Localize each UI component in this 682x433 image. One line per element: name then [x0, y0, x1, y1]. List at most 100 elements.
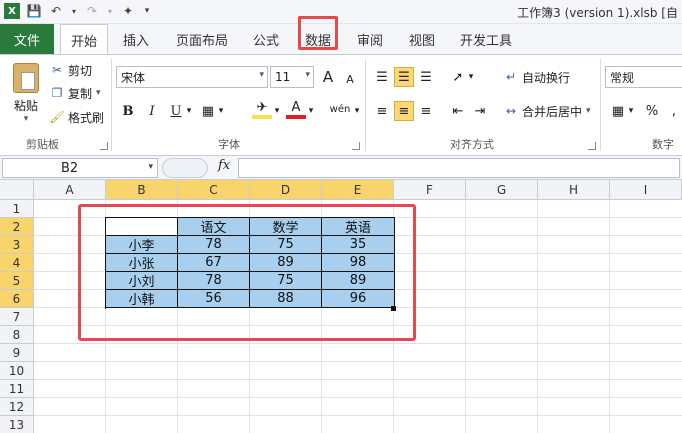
accounting-dropdown-icon[interactable]: ▾ — [626, 101, 636, 121]
align-top-icon[interactable]: ☰ — [372, 67, 392, 87]
borders-icon[interactable]: ▦ — [198, 101, 218, 121]
copy-dropdown-icon[interactable]: ▾ — [96, 88, 101, 98]
number-format-select[interactable]: 常规 — [605, 66, 682, 88]
undo-icon[interactable]: ↶ — [48, 3, 64, 19]
row-header-12[interactable]: 12 — [0, 398, 34, 416]
row-header-9[interactable]: 9 — [0, 344, 34, 362]
paste-button[interactable]: 粘贴 ▾ — [8, 61, 44, 131]
font-name-select[interactable]: 宋体 ▾ — [116, 66, 268, 88]
font-color-dropdown-icon[interactable]: ▾ — [306, 101, 316, 121]
tab-data-label: 数据 — [304, 33, 331, 49]
merge-dropdown-icon[interactable]: ▾ — [586, 106, 591, 116]
tab-data[interactable]: 数据 — [298, 16, 338, 54]
tab-developer[interactable]: 开发工具 — [456, 24, 516, 54]
row-header-1[interactable]: 1 — [0, 200, 34, 218]
bold-button[interactable]: B — [118, 101, 138, 121]
alignment-group-label: 对齐方式 — [450, 138, 494, 151]
name-box-dropdown-icon[interactable]: ▾ — [148, 162, 153, 172]
cut-button[interactable]: ✂ 剪切 — [50, 60, 92, 80]
column-header-d[interactable]: D — [250, 180, 322, 200]
alignment-launcher-icon[interactable] — [588, 142, 596, 150]
wrap-text-button[interactable]: ↵ 自动换行 — [504, 67, 570, 87]
column-header-b[interactable]: B — [106, 180, 178, 200]
align-right-icon[interactable]: ≡ — [416, 101, 436, 121]
align-middle-icon[interactable]: ☰ — [394, 67, 414, 87]
tools-icon[interactable]: ✦ — [120, 3, 136, 19]
column-header-f[interactable]: F — [394, 180, 466, 200]
row-header-6[interactable]: 6 — [0, 290, 34, 308]
font-launcher-icon[interactable] — [352, 142, 360, 150]
redo-icon[interactable]: ↷ — [84, 3, 100, 19]
row-header-8[interactable]: 8 — [0, 326, 34, 344]
column-header-g[interactable]: G — [466, 180, 538, 200]
format-painter-button[interactable]: 🖌 格式刷 — [49, 107, 105, 127]
fill-color-icon[interactable]: ✈ — [252, 99, 272, 119]
row-header-3[interactable]: 3 — [0, 236, 34, 254]
format-painter-label: 格式刷 — [68, 110, 105, 125]
orientation-dropdown-icon[interactable]: ▾ — [466, 67, 476, 87]
formula-bar-handle[interactable] — [162, 158, 208, 178]
tab-view[interactable]: 视图 — [402, 24, 442, 54]
align-left-icon[interactable]: ≡ — [372, 101, 392, 121]
redo-dropdown-icon[interactable]: ▾ — [106, 3, 114, 19]
align-bottom-icon[interactable]: ☰ — [416, 67, 436, 87]
column-header-i[interactable]: I — [610, 180, 682, 200]
name-box[interactable]: B2 ▾ — [2, 158, 158, 178]
comma-style-icon[interactable]: , — [664, 101, 682, 121]
increase-indent-icon[interactable]: ⇥ — [470, 101, 490, 121]
row-header-10[interactable]: 10 — [0, 362, 34, 380]
undo-dropdown-icon[interactable]: ▾ — [70, 3, 78, 19]
borders-dropdown-icon[interactable]: ▾ — [216, 101, 226, 121]
select-all-corner[interactable] — [0, 180, 34, 200]
tab-insert[interactable]: 插入 — [116, 24, 156, 54]
merge-center-button[interactable]: ↔ 合并后居中 ▾ — [504, 101, 591, 121]
column-header-c[interactable]: C — [178, 180, 250, 200]
save-icon[interactable]: 💾 — [26, 3, 42, 19]
decrease-indent-icon[interactable]: ⇤ — [448, 101, 468, 121]
customize-qat-icon[interactable]: ▾ — [142, 3, 152, 19]
row-header-13[interactable]: 13 — [0, 416, 34, 433]
quick-access-toolbar: X 💾 ↶ ▾ ↷ ▾ ✦ ▾ — [4, 3, 152, 19]
name-box-value: B2 — [61, 160, 79, 176]
group-separator — [365, 59, 366, 151]
tab-review[interactable]: 审阅 — [350, 24, 390, 54]
phonetic-button[interactable]: wén — [326, 99, 354, 119]
underline-button[interactable]: U — [166, 101, 186, 121]
tab-page-layout[interactable]: 页面布局 — [170, 24, 234, 54]
font-color-button[interactable]: A — [286, 99, 306, 119]
row-header-5[interactable]: 5 — [0, 272, 34, 290]
tab-home[interactable]: 开始 — [60, 24, 108, 55]
merge-label: 合并后居中 — [522, 104, 583, 119]
underline-dropdown-icon[interactable]: ▾ — [184, 101, 194, 121]
orientation-icon[interactable]: ➚ — [448, 67, 468, 87]
paste-dropdown-icon[interactable]: ▾ — [24, 114, 29, 124]
row-header-4[interactable]: 4 — [0, 254, 34, 272]
column-header-a[interactable]: A — [34, 180, 106, 200]
copy-button[interactable]: ❐ 复制 ▾ — [50, 83, 101, 103]
column-header-e[interactable]: E — [322, 180, 394, 200]
row-header-7[interactable]: 7 — [0, 308, 34, 326]
row-header-2[interactable]: 2 — [0, 218, 34, 236]
accounting-format-icon[interactable]: ▦ — [608, 101, 628, 121]
shrink-font-button[interactable]: A — [340, 69, 360, 89]
wrap-text-icon: ↵ — [505, 70, 517, 84]
font-size-select[interactable]: 11 ▾ — [270, 66, 314, 88]
row-header-11[interactable]: 11 — [0, 380, 34, 398]
number-format-value: 常规 — [610, 70, 635, 85]
column-header-h[interactable]: H — [538, 180, 610, 200]
tab-formulas[interactable]: 公式 — [246, 24, 286, 54]
insert-function-button[interactable]: fx — [218, 158, 230, 173]
fill-color-dropdown-icon[interactable]: ▾ — [272, 101, 282, 121]
align-center-icon[interactable]: ≡ — [394, 101, 414, 121]
formula-input[interactable] — [238, 158, 680, 178]
ribbon-home: 粘贴 ▾ ✂ 剪切 ❐ 复制 ▾ 🖌 格式刷 剪贴板 宋体 ▾ 11 ▾ A A… — [0, 54, 682, 156]
clipboard-launcher-icon[interactable] — [100, 142, 108, 150]
copy-icon: ❐ — [51, 86, 63, 100]
group-separator — [111, 59, 112, 151]
phonetic-dropdown-icon[interactable]: ▾ — [352, 101, 362, 121]
tab-file[interactable]: 文件 — [0, 24, 54, 54]
percent-button[interactable]: % — [642, 101, 662, 121]
italic-button[interactable]: I — [142, 101, 162, 121]
wrap-text-label: 自动换行 — [522, 70, 571, 85]
grow-font-button[interactable]: A — [318, 67, 338, 87]
